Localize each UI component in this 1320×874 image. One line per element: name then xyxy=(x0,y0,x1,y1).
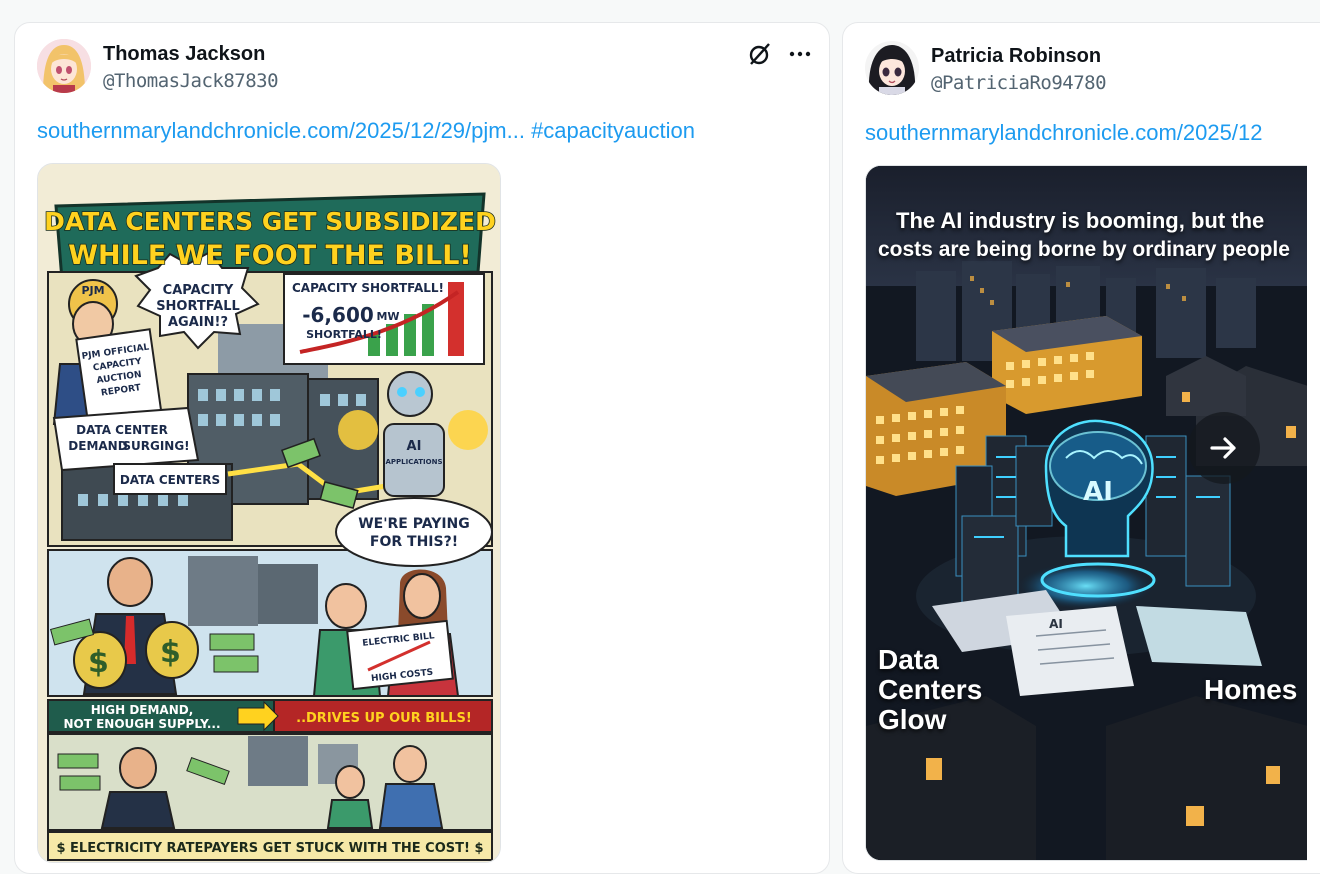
left-label-line2: Centers xyxy=(878,674,983,705)
demand-line3: SURGING! xyxy=(122,439,189,453)
headline-line2: costs are being borne by ordinary people xyxy=(878,238,1290,261)
demand-line1: DATA CENTER xyxy=(76,423,168,437)
post-text: southernmarylandchronicle.com/2025/12 xyxy=(865,120,1262,146)
avatar[interactable] xyxy=(865,41,919,95)
supply-line1: HIGH DEMAND, xyxy=(91,703,194,717)
avatar[interactable] xyxy=(37,39,91,93)
supply-line2: NOT ENOUGH SUPPLY... xyxy=(64,717,221,731)
arrow-right-icon xyxy=(1210,437,1236,459)
author-name[interactable]: Patricia Robinson xyxy=(931,45,1101,68)
demand-line2: DEMAND xyxy=(68,439,127,453)
grok-icon[interactable] xyxy=(747,41,773,67)
chart-label: SHORTFALL! xyxy=(306,328,382,341)
paying-bubble-line2: FOR THIS?! xyxy=(370,534,458,550)
drives-up-label: ..DRIVES UP OUR BILLS! xyxy=(296,711,472,726)
robot-applications-label: APPLICATIONS xyxy=(386,458,443,466)
ai-image[interactable]: AI AI The AI industry is booming, but th… xyxy=(865,165,1307,861)
chart-unit: MW xyxy=(376,310,399,323)
comic-title-line2: WHILE WE FOOT THE BILL! xyxy=(68,240,471,271)
svg-text:$: $ xyxy=(88,645,109,680)
comic-title-line1: DATA CENTERS GET SUBSIDIZED xyxy=(44,207,496,236)
post-card-thomas-jackson[interactable]: Thomas Jackson @ThomasJack87830 southern… xyxy=(14,22,830,874)
author-handle[interactable]: @ThomasJack87830 xyxy=(103,70,279,92)
data-centers-sign: DATA CENTERS xyxy=(120,473,220,487)
author-name[interactable]: Thomas Jackson xyxy=(103,43,265,66)
brain-ai-label: AI xyxy=(1083,477,1113,507)
article-link[interactable]: southernmarylandchronicle.com/2025/12 xyxy=(865,120,1262,145)
shortfall-bubble-line2: SHORTFALL xyxy=(156,299,240,314)
left-label-line3: Glow xyxy=(878,704,947,735)
comic-image[interactable]: $ $ DATA CENTERS GET SUBSIDIZED WHILE WE… xyxy=(37,163,501,863)
carousel-next-button[interactable] xyxy=(1188,412,1260,484)
shortfall-bubble-line1: CAPACITY xyxy=(163,283,234,298)
headline-line1: The AI industry is booming, but the xyxy=(896,208,1265,233)
left-label-line1: Data xyxy=(878,644,939,675)
right-label: Homes xyxy=(1204,674,1298,705)
post-text: southernmarylandchronicle.com/2025/12/29… xyxy=(37,118,695,144)
ai-city-illustration: AI AI xyxy=(866,166,1307,860)
svg-text:$: $ xyxy=(160,635,181,670)
chart-value: -6,600 xyxy=(302,303,374,327)
comic-illustration: $ $ DATA CENTERS GET SUBSIDIZED WHILE WE… xyxy=(38,164,500,862)
chart-title: CAPACITY SHORTFALL! xyxy=(292,281,444,295)
paper-ai-label: AI xyxy=(1049,617,1063,631)
hashtag-link[interactable]: #capacityauction xyxy=(531,118,695,143)
article-link[interactable]: southernmarylandchronicle.com/2025/12/29… xyxy=(37,118,525,143)
post-card-patricia-robinson[interactable]: Patricia Robinson @PatriciaRo94780 south… xyxy=(842,22,1320,874)
comic-footer: $ ELECTRICITY RATEPAYERS GET STUCK WITH … xyxy=(56,841,483,856)
robot-chest-label: AI xyxy=(407,439,422,454)
hat-label: PJM xyxy=(81,284,104,297)
author-handle[interactable]: @PatriciaRo94780 xyxy=(931,72,1107,94)
more-icon[interactable] xyxy=(787,41,813,67)
paying-bubble-line1: WE'RE PAYING xyxy=(358,516,470,532)
shortfall-bubble-line3: AGAIN!? xyxy=(168,315,228,330)
